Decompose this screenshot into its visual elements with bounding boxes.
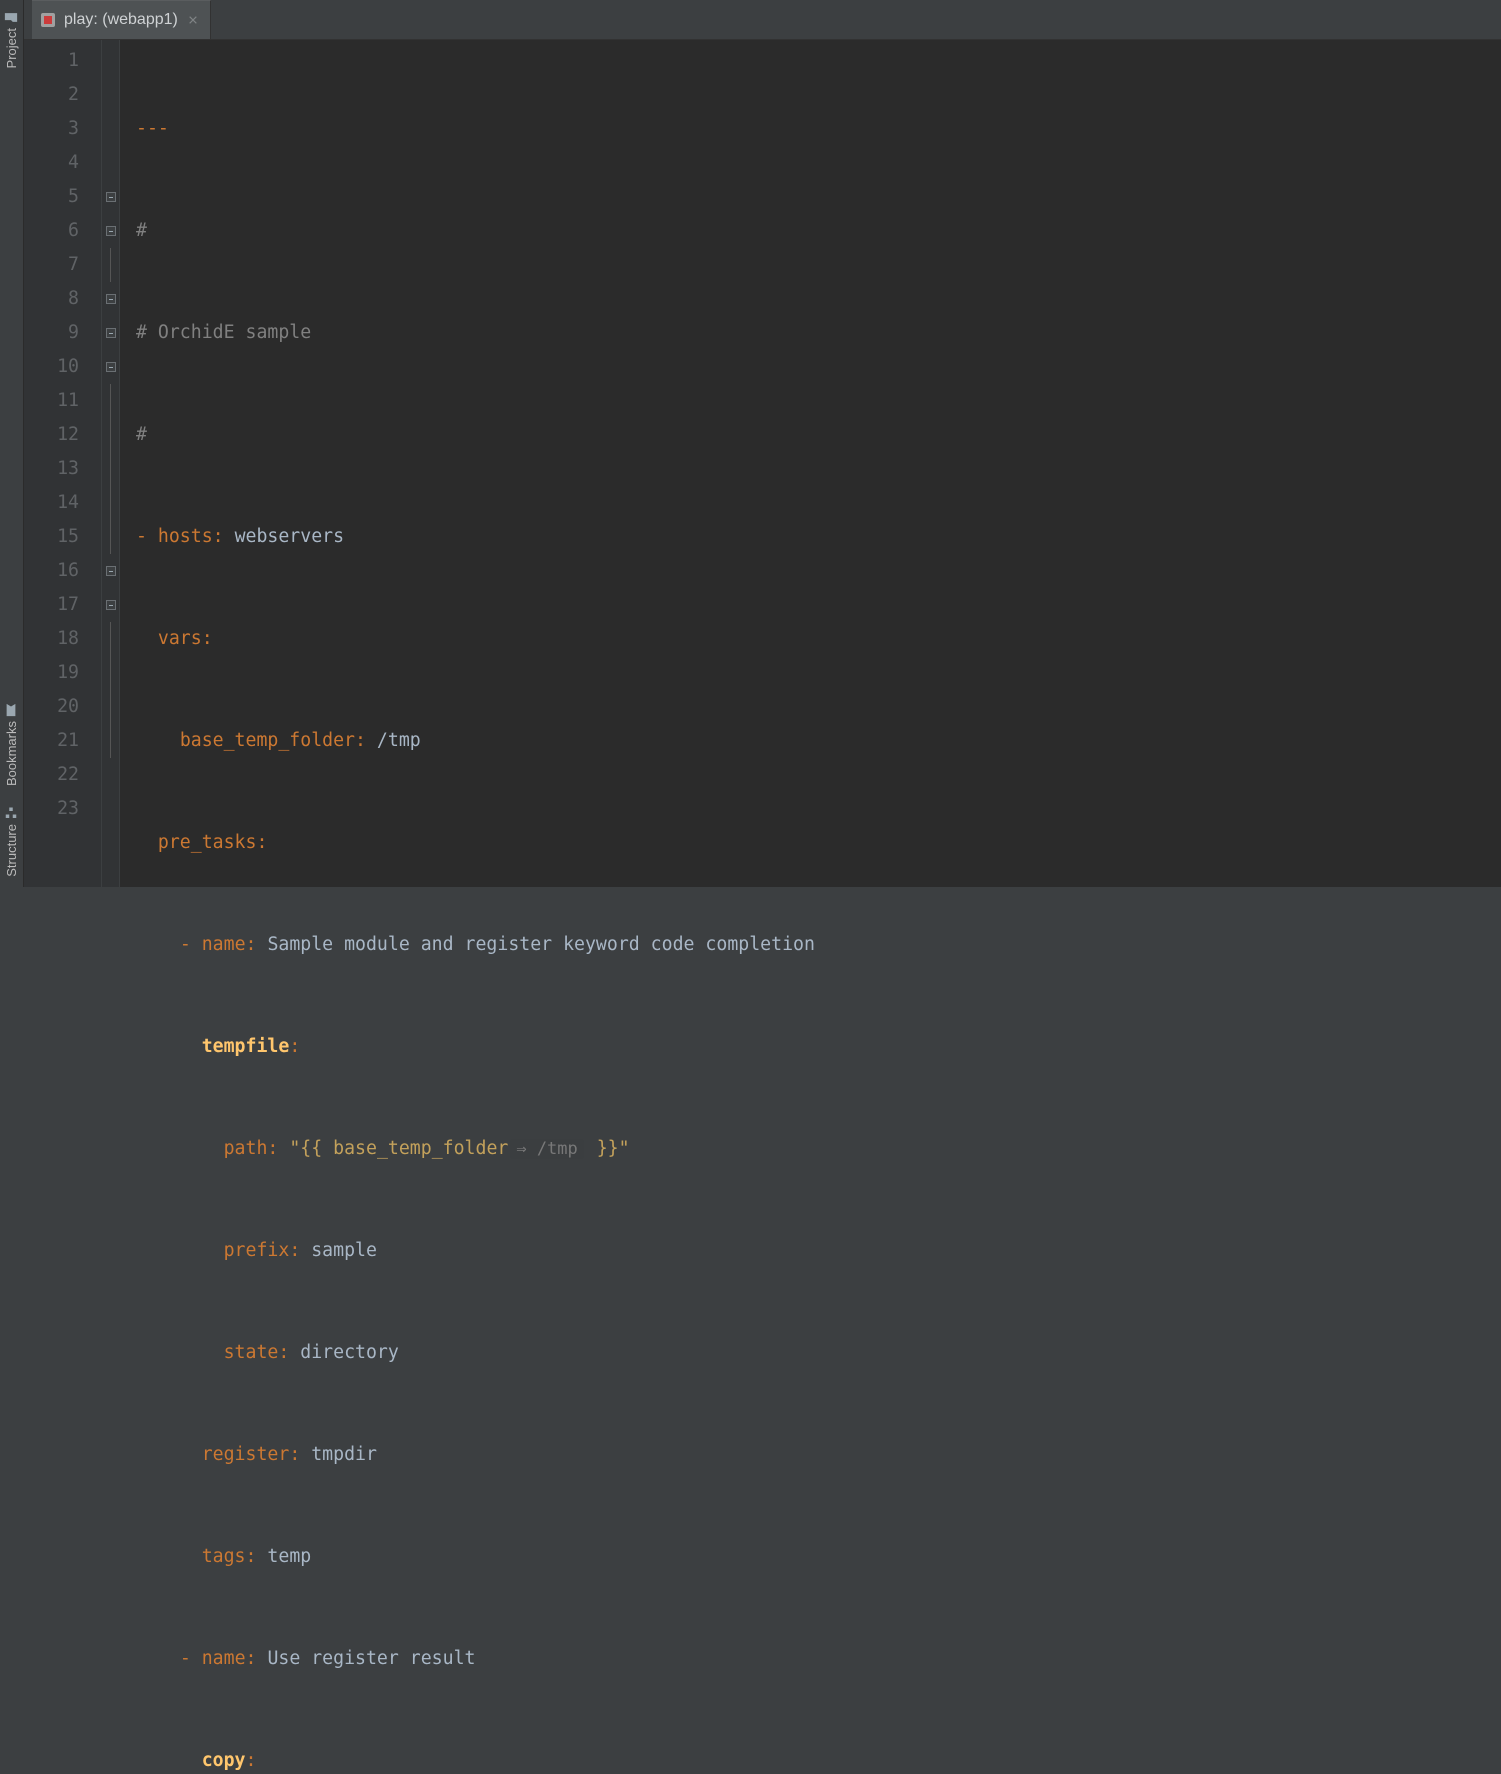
tool-project-button[interactable]: Project: [2, 0, 21, 78]
structure-icon: [5, 806, 19, 820]
line-number: 23: [24, 792, 101, 826]
line-number: 8: [24, 282, 101, 316]
code-line: path: "{{ base_temp_folder⇒ /tmp }}": [136, 1132, 1501, 1166]
inlay-hint: ⇒ /tmp: [510, 1139, 583, 1159]
code-line: tags: temp: [136, 1540, 1501, 1574]
tool-bookmarks-label: Bookmarks: [4, 721, 19, 786]
line-number: 18: [24, 622, 101, 656]
code-line: # OrchidE sample: [136, 316, 1501, 350]
code-line: tempfile:: [136, 1030, 1501, 1064]
line-number: 15: [24, 520, 101, 554]
fold-toggle-icon[interactable]: [106, 294, 116, 304]
ansible-file-icon: [40, 12, 56, 28]
line-number: 5: [24, 180, 101, 214]
tab-close-icon[interactable]: [186, 13, 200, 27]
code-line: - name: Use register result: [136, 1642, 1501, 1676]
line-number: 2: [24, 78, 101, 112]
line-number: 13: [24, 452, 101, 486]
line-number: 7: [24, 248, 101, 282]
line-number: 17: [24, 588, 101, 622]
code-line: - name: Sample module and register keywo…: [136, 928, 1501, 962]
editor-tab-title: play: (webapp1): [64, 11, 178, 29]
line-number: 4: [24, 146, 101, 180]
code-line: copy:: [136, 1744, 1501, 1774]
code-line: state: directory: [136, 1336, 1501, 1370]
folder-icon: [5, 10, 19, 24]
fold-gutter: [102, 40, 120, 887]
line-number: 12: [24, 418, 101, 452]
line-number: 6: [24, 214, 101, 248]
code-line: - hosts: webservers: [136, 520, 1501, 554]
tool-window-strip: Project Bookmarks Structure: [0, 0, 24, 887]
code-line: register: tmpdir: [136, 1438, 1501, 1472]
line-number: 9: [24, 316, 101, 350]
code-line: pre_tasks:: [136, 826, 1501, 860]
code-line: #: [136, 214, 1501, 248]
tool-bookmarks-button[interactable]: Bookmarks: [2, 693, 21, 796]
code-line: base_temp_folder: /tmp: [136, 724, 1501, 758]
code-line: #: [136, 418, 1501, 452]
tool-structure-label: Structure: [4, 824, 19, 877]
line-number: 22: [24, 758, 101, 792]
code-line: ---: [136, 112, 1501, 146]
line-number: 11: [24, 384, 101, 418]
fold-toggle-icon[interactable]: [106, 600, 116, 610]
editor-tab[interactable]: play: (webapp1): [32, 0, 211, 39]
line-number: 16: [24, 554, 101, 588]
tool-project-label: Project: [4, 28, 19, 68]
fold-toggle-icon[interactable]: [106, 328, 116, 338]
fold-toggle-icon[interactable]: [106, 226, 116, 236]
line-number: 14: [24, 486, 101, 520]
code-area[interactable]: --- # # OrchidE sample # - hosts: webser…: [120, 40, 1501, 887]
tool-structure-button[interactable]: Structure: [2, 796, 21, 887]
line-number: 10: [24, 350, 101, 384]
line-number-gutter: 1 2 3 4 5 6 7 8 9 10 11 12 13 14 15 16 1…: [24, 40, 102, 887]
fold-toggle-icon[interactable]: [106, 566, 116, 576]
line-number: 1: [24, 44, 101, 78]
line-number: 21: [24, 724, 101, 758]
line-number: 3: [24, 112, 101, 146]
fold-toggle-icon[interactable]: [106, 192, 116, 202]
code-line: vars:: [136, 622, 1501, 656]
code-editor[interactable]: 1 2 3 4 5 6 7 8 9 10 11 12 13 14 15 16 1…: [24, 40, 1501, 887]
line-number: 20: [24, 690, 101, 724]
bookmark-icon: [5, 703, 19, 717]
code-line: prefix: sample: [136, 1234, 1501, 1268]
editor-tab-bar: play: (webapp1): [24, 0, 1501, 40]
fold-toggle-icon[interactable]: [106, 362, 116, 372]
line-number: 19: [24, 656, 101, 690]
